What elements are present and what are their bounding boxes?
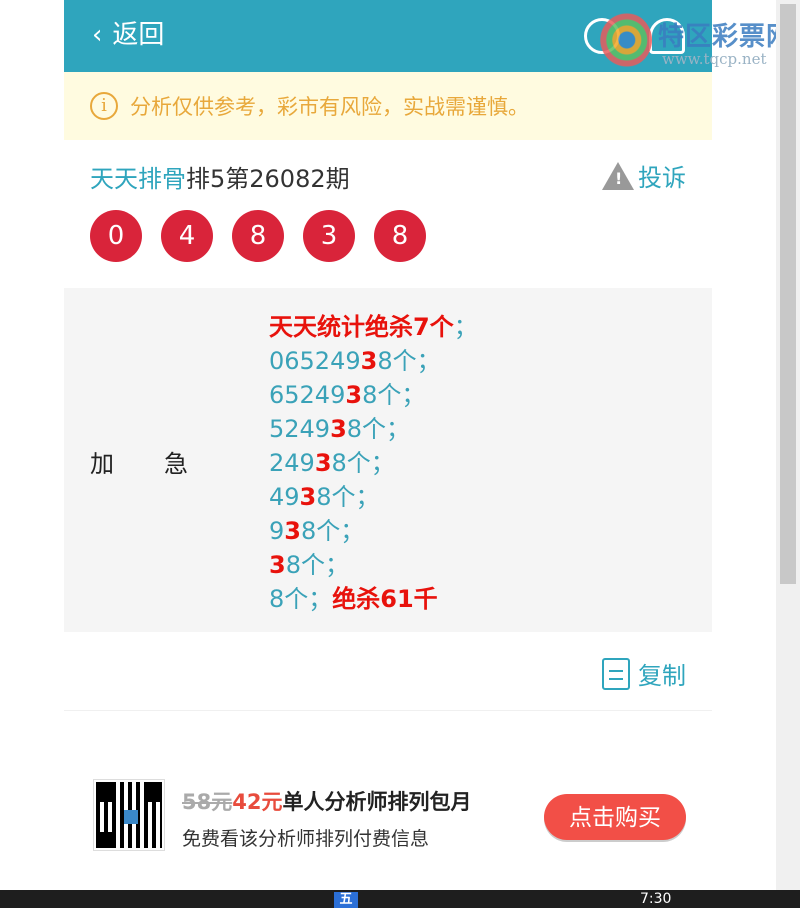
chevron-left-icon: ‹ (92, 20, 103, 50)
analysis-line: 06524938个； (269, 347, 441, 375)
analysis-line: 938个； (269, 517, 365, 545)
back-button[interactable]: ‹ 返回 (92, 20, 164, 50)
promo-banner: 58元42元单人分析师排列包月 免费看该分析师排列付费信息 点击购买 (93, 779, 694, 851)
analysis-line: 24938个； (269, 449, 395, 477)
analysis-content: 加急 天天统计绝杀7个； 06524938个； 6524938个； 524938… (64, 288, 712, 632)
copy-label: 复制 (638, 662, 686, 690)
back-label: 返回 (112, 20, 165, 50)
author-link[interactable]: 天天排骨 (90, 159, 186, 194)
number-ball: 4 (161, 210, 213, 262)
content-label: 加急 (90, 450, 238, 478)
buy-button[interactable]: 点击购买 (544, 794, 686, 840)
warning-icon: ! (602, 161, 634, 190)
notice-text: 分析仅供参考，彩市有风险，实战需谨慎。 (130, 95, 529, 119)
promo-title: 58元42元单人分析师排列包月 (182, 790, 472, 814)
taskbar: 五 7:30 (0, 890, 800, 908)
number-ball: 8 (374, 210, 426, 262)
number-ball: 3 (303, 210, 355, 262)
divider (64, 710, 712, 711)
issue-title: 排5第26082期 (186, 164, 350, 193)
analysis-headline: 天天统计绝杀7个； (269, 313, 478, 341)
page-scrollbar[interactable] (776, 0, 800, 890)
taskbar-clock: 7:30 (640, 891, 672, 907)
analysis-line: 6524938个； (269, 381, 426, 409)
info-icon: i (90, 92, 118, 120)
analysis-line: 4938个； (269, 483, 380, 511)
copy-icon (602, 657, 630, 690)
complain-button[interactable]: ! 投诉 (602, 158, 686, 193)
risk-notice: i 分析仅供参考，彩市有风险，实战需谨慎。 (64, 72, 712, 140)
promo-subtitle: 免费看该分析师排列付费信息 (182, 828, 430, 850)
analysis-last-line: 8个；绝杀61千 (269, 585, 438, 613)
analysis-lines: 天天统计绝杀7个； 06524938个； 6524938个； 524938个； … (269, 310, 478, 616)
analysis-line: 38个； (269, 551, 349, 579)
qr-code (93, 779, 165, 851)
watermark-logo: 特区彩票网 www.tqcp.net (596, 8, 800, 68)
logo-url: www.tqcp.net (662, 50, 767, 68)
new-price: 42元 (232, 790, 283, 814)
logo-text: 特区彩票网 (658, 22, 794, 52)
app-viewport: ‹ 返回 i 分析仅供参考，彩市有风险，实战需谨慎。 天天排骨 排5第26082… (64, 0, 712, 890)
analysis-line: 524938个； (269, 415, 411, 443)
issue-row: 天天排骨 排5第26082期 ! 投诉 (90, 158, 686, 194)
copy-button[interactable]: 复制 (602, 656, 686, 691)
old-price: 58元 (182, 790, 233, 814)
number-ball: 0 (90, 210, 142, 262)
draw-numbers: 0 4 8 3 8 (90, 210, 445, 262)
taskbar-app-icon[interactable]: 五 (334, 892, 358, 908)
complain-label: 投诉 (638, 164, 686, 192)
scrollbar-thumb[interactable] (780, 4, 796, 584)
number-ball: 8 (232, 210, 284, 262)
logo-icon (596, 12, 652, 68)
